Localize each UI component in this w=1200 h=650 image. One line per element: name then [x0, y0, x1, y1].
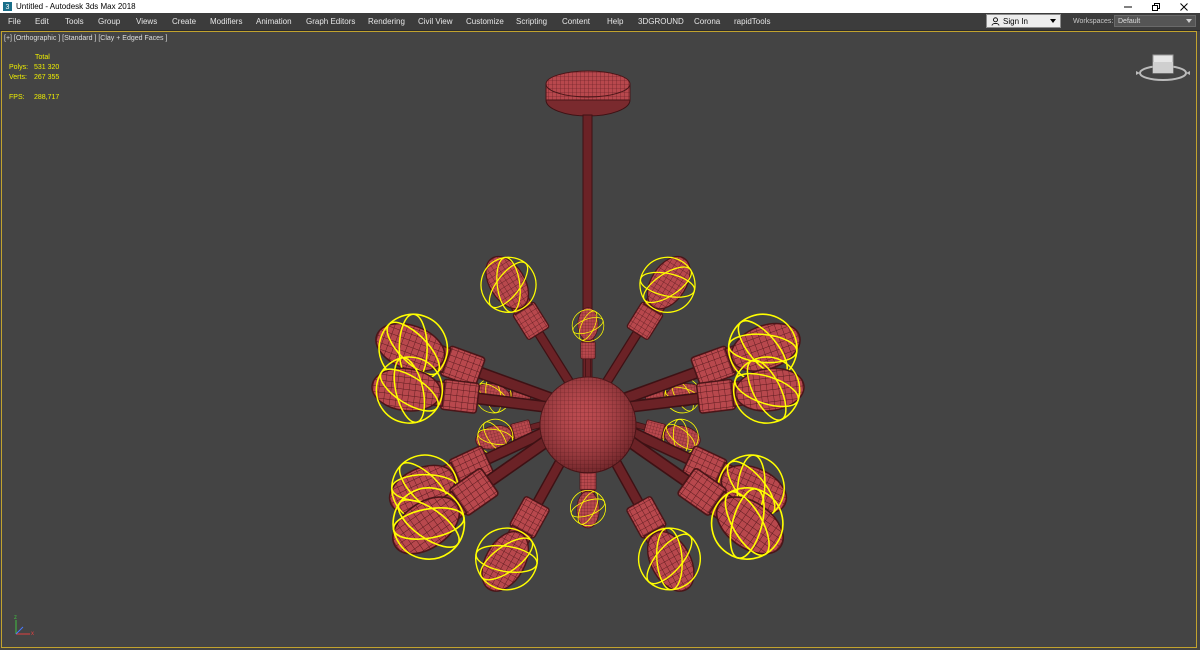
viewcube-icon[interactable] — [1136, 54, 1190, 81]
scene-render: x z — [14, 54, 1190, 637]
axis-tripod-icon: x z — [14, 615, 34, 637]
chandelier-canopy — [545, 70, 631, 117]
svg-text:x: x — [31, 631, 34, 637]
svg-text:z: z — [14, 615, 17, 621]
chandelier-hub-sphere — [539, 376, 637, 474]
